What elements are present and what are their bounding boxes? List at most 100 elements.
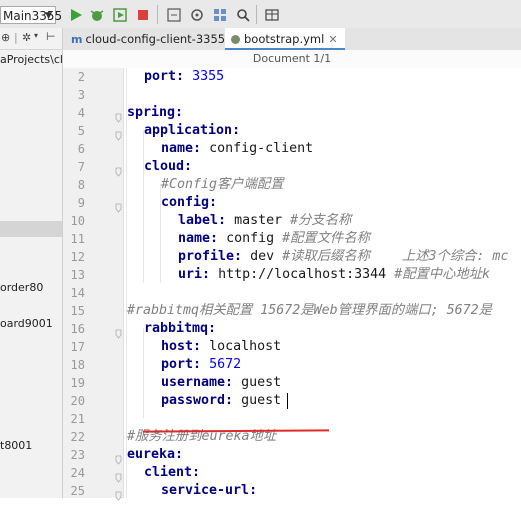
code-line[interactable]: cloud:: [124, 158, 521, 176]
code-line[interactable]: eureka:: [124, 446, 521, 464]
project-panel: ⊕ | ✲ ▾ ⊢ aProjects\clou order80 oard900…: [0, 28, 63, 498]
tab-bootstrap-yml[interactable]: bootstrap.yml ✕: [225, 28, 345, 50]
yaml-key: cloud: [144, 159, 185, 174]
tab-label: bootstrap.yml: [244, 32, 325, 46]
line-number: 5: [77, 124, 85, 138]
yaml-value: guest: [241, 393, 282, 408]
code-line[interactable]: [124, 284, 521, 302]
fold-icon[interactable]: [115, 324, 122, 339]
fold-icon[interactable]: [115, 198, 122, 213]
line-number: 2: [77, 70, 85, 84]
code-line[interactable]: #rabbitmq相关配置 15672是Web管理界面的端口; 5672是: [124, 302, 521, 320]
code-line[interactable]: username: guest: [124, 374, 521, 392]
fold-icon[interactable]: [115, 162, 122, 177]
fold-icon[interactable]: [115, 108, 122, 123]
tree-item[interactable]: oard9001: [0, 317, 53, 330]
yaml-value: 5672: [209, 357, 242, 372]
chevron-down-icon[interactable]: ▾: [34, 31, 38, 40]
code-line[interactable]: profile: dev #读取后缀名称 上述3个综合: mc: [124, 248, 521, 266]
code-line[interactable]: port: 3355: [124, 68, 521, 86]
line-number: 13: [70, 268, 85, 282]
build-icon[interactable]: [166, 7, 182, 23]
yaml-key: host: [161, 339, 194, 354]
code-line[interactable]: host: localhost: [124, 338, 521, 356]
code-line[interactable]: name: config #配置文件名称: [124, 230, 521, 248]
yaml-value: guest: [241, 375, 282, 390]
yaml-comment: #Config客户端配置: [161, 177, 284, 192]
fold-icon[interactable]: [115, 486, 122, 501]
yaml-key: uri: [178, 267, 203, 282]
code-line[interactable]: password: guest: [124, 392, 521, 410]
line-number: 3: [77, 88, 85, 102]
yaml-key: profile: [178, 249, 235, 264]
code-line[interactable]: service-url:: [124, 482, 521, 498]
code-line[interactable]: client:: [124, 464, 521, 482]
stop-icon[interactable]: [135, 7, 151, 23]
line-number: 25: [70, 484, 85, 498]
tree-item[interactable]: order80: [0, 281, 43, 294]
code-line[interactable]: rabbitmq:: [124, 320, 521, 338]
debug-icon[interactable]: [89, 7, 105, 23]
hide-panel-icon[interactable]: ⊢: [46, 30, 56, 43]
toolbar-separator: [256, 5, 257, 24]
yaml-key: client: [144, 465, 193, 480]
yaml-comment: #rabbitmq相关配置 15672是Web管理界面的端口; 5672是: [127, 303, 492, 318]
yaml-value: 3355: [192, 69, 225, 84]
yaml-key: spring: [127, 105, 176, 120]
gear-icon[interactable]: ✲: [22, 31, 31, 44]
project-structure-icon[interactable]: [264, 7, 280, 23]
line-number: 15: [70, 304, 85, 318]
project-path[interactable]: aProjects\clou: [0, 53, 62, 66]
code-line[interactable]: application:: [124, 122, 521, 140]
code-line[interactable]: label: master #分支名称: [124, 212, 521, 230]
code-line[interactable]: [124, 410, 521, 428]
project-panel-toolbar: ⊕ | ✲ ▾ ⊢: [0, 28, 62, 50]
fold-icon[interactable]: [115, 468, 122, 483]
tab-pom-xml[interactable]: m cloud-config-client-3355: [65, 28, 225, 50]
line-number: 17: [70, 340, 85, 354]
fold-icon[interactable]: [115, 450, 122, 465]
close-icon[interactable]: ✕: [328, 33, 337, 46]
line-number: 8: [77, 178, 85, 192]
code-line[interactable]: uri: http://localhost:3344 #配置中心地址k: [124, 266, 521, 284]
yaml-key: name: [161, 141, 194, 156]
coverage-icon[interactable]: [112, 7, 128, 23]
main-toolbar: Main3355 ▼: [0, 0, 521, 29]
run-configuration-select[interactable]: Main3355 ▼: [0, 6, 62, 24]
maven-icon: m: [71, 33, 83, 46]
line-number: 11: [70, 232, 85, 246]
code-line[interactable]: [124, 86, 521, 104]
settings-icon[interactable]: [189, 7, 205, 23]
line-number: 6: [77, 142, 85, 156]
run-icon[interactable]: [68, 7, 84, 23]
line-number: 19: [70, 376, 85, 390]
separator-icon: |: [14, 31, 18, 44]
line-number: 9: [77, 196, 85, 210]
line-number: 24: [70, 466, 85, 480]
yaml-key: config: [161, 195, 210, 210]
code-editor[interactable]: port: 3355 spring: application: name: confi…: [124, 68, 521, 498]
code-line[interactable]: config:: [124, 194, 521, 212]
run-configuration-label: Main3355: [3, 9, 63, 23]
fold-icon[interactable]: [115, 126, 122, 141]
yaml-comment: #分支名称: [290, 213, 352, 228]
code-line[interactable]: spring:: [124, 104, 521, 122]
tree-item[interactable]: t8001: [0, 439, 32, 452]
code-line[interactable]: #Config客户端配置: [124, 176, 521, 194]
yaml-key: label: [178, 213, 219, 228]
yaml-value: config: [226, 231, 275, 246]
yaml-comment: #配置中心地址k: [394, 267, 490, 282]
yaml-comment: #读取后缀名称 上述3个综合: mc: [282, 249, 509, 264]
expand-icon[interactable]: ⊕: [1, 31, 10, 44]
code-line[interactable]: name: config-client: [124, 140, 521, 158]
code-line[interactable]: port: 5672: [124, 356, 521, 374]
chevron-down-icon: ▼: [45, 11, 52, 21]
line-number: 12: [70, 250, 85, 264]
line-number: 23: [70, 448, 85, 462]
search-icon[interactable]: [235, 7, 251, 23]
line-number: 7: [77, 160, 85, 174]
structure-icon[interactable]: [212, 7, 228, 23]
line-number: 18: [70, 358, 85, 372]
line-number: 22: [70, 430, 85, 444]
line-number: 21: [70, 412, 85, 426]
